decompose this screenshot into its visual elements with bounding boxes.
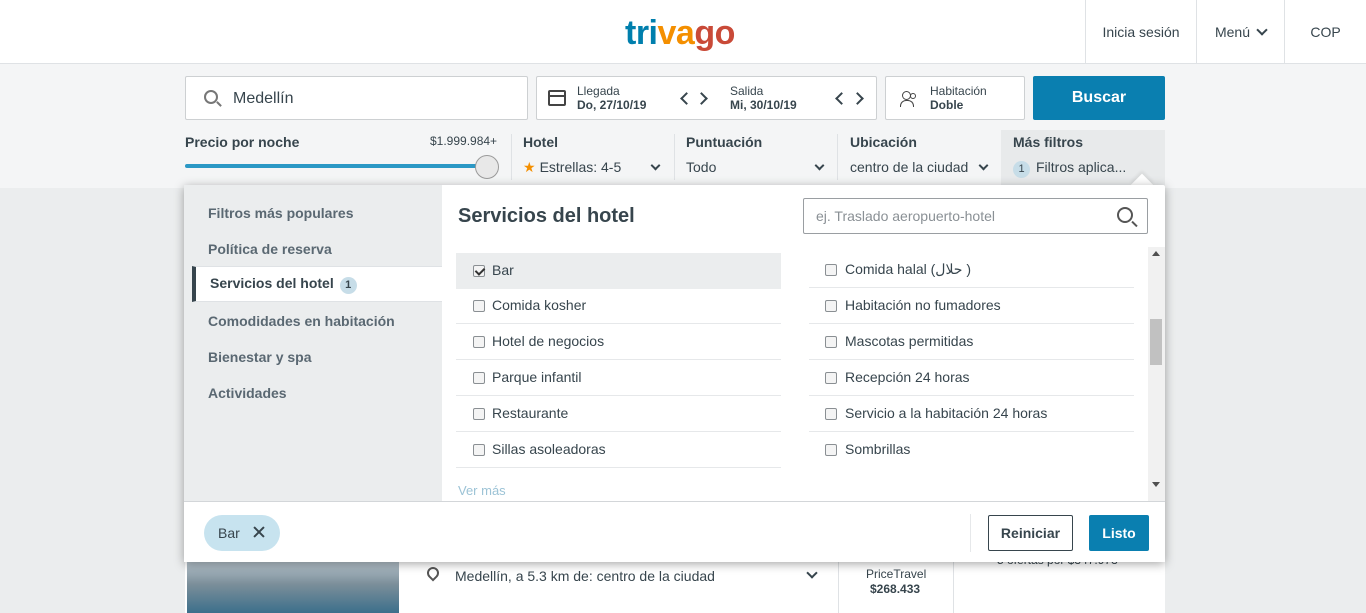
active-filter-chip[interactable]: Bar xyxy=(204,515,280,551)
search-area: Medellín Llegada Do, 27/10/19 Salida Mi,… xyxy=(0,64,1366,188)
see-more-link[interactable]: Ver más xyxy=(458,483,506,497)
checkbox[interactable] xyxy=(473,408,485,420)
checkin-prev-icon[interactable] xyxy=(680,92,693,105)
category-room-amenities[interactable]: Comodidades en habitación xyxy=(208,313,395,329)
hotel-filter[interactable]: Hotel ★ Estrellas: 4-5 xyxy=(523,134,663,180)
checkbox[interactable] xyxy=(473,372,485,384)
search-icon[interactable] xyxy=(1117,207,1133,223)
checkbox[interactable] xyxy=(473,300,485,312)
option-playground[interactable]: Parque infantil xyxy=(456,360,781,396)
option-reception[interactable]: Recepción 24 horas xyxy=(809,360,1134,396)
checkbox[interactable] xyxy=(825,372,837,384)
category-popular[interactable]: Filtros más populares xyxy=(208,205,353,221)
deal-partner: PriceTravel xyxy=(866,567,927,581)
calendar-icon xyxy=(548,90,566,106)
category-activities[interactable]: Actividades xyxy=(208,385,287,401)
login-link[interactable]: Inicia sesión xyxy=(1085,0,1196,64)
checkout-prev-icon[interactable] xyxy=(835,92,848,105)
deal-price[interactable]: $268.433 xyxy=(870,582,920,596)
close-icon[interactable] xyxy=(252,525,266,539)
scroll-up-icon[interactable] xyxy=(1152,251,1160,256)
room-selector[interactable]: Habitación Doble xyxy=(885,76,1025,120)
filter-count-badge: 1 xyxy=(1013,161,1030,178)
option-kosher[interactable]: Comida kosher xyxy=(456,288,781,324)
checkbox[interactable] xyxy=(825,300,837,312)
option-room-service[interactable]: Servicio a la habitación 24 horas xyxy=(809,396,1134,432)
currency-selector[interactable]: COP xyxy=(1284,0,1366,64)
checkbox[interactable] xyxy=(825,264,837,276)
services-search-input[interactable] xyxy=(803,198,1148,234)
top-header: trivago Inicia sesión Menú COP xyxy=(0,0,1366,64)
price-slider-track[interactable] xyxy=(185,164,487,168)
search-icon xyxy=(204,90,218,104)
star-icon: ★ xyxy=(523,159,536,175)
price-value: $1.999.984+ xyxy=(430,134,498,148)
location-filter[interactable]: Ubicación centro de la ciudad xyxy=(850,134,990,180)
category-wellness[interactable]: Bienestar y spa xyxy=(208,349,312,365)
trivago-logo[interactable]: trivago xyxy=(625,14,735,53)
category-hotel-services[interactable]: Servicios del hotel 1 xyxy=(192,266,442,302)
chevron-down-icon xyxy=(978,160,989,171)
chevron-down-icon xyxy=(814,160,825,171)
destination-value: Medellín xyxy=(233,90,294,107)
checkbox[interactable] xyxy=(473,336,485,348)
scrollbar-thumb[interactable] xyxy=(1150,319,1162,365)
done-button[interactable]: Listo xyxy=(1089,515,1149,551)
option-halal[interactable]: Comida halal (حلال ) xyxy=(809,252,1134,288)
panel-title: Servicios del hotel xyxy=(458,205,635,227)
checkbox[interactable] xyxy=(825,444,837,456)
checkbox[interactable] xyxy=(825,408,837,420)
option-non-smoking[interactable]: Habitación no fumadores xyxy=(809,288,1134,324)
option-bar[interactable]: Bar xyxy=(456,253,781,289)
checkbox-checked[interactable] xyxy=(473,265,485,277)
scrollbar[interactable] xyxy=(1148,247,1165,501)
reset-button[interactable]: Reiniciar xyxy=(988,515,1073,551)
menu-label: Menú xyxy=(1214,24,1251,40)
scroll-down-icon[interactable] xyxy=(1152,482,1160,487)
checkbox[interactable] xyxy=(825,336,837,348)
hotel-image[interactable] xyxy=(187,560,399,613)
category-count-badge: 1 xyxy=(339,277,357,294)
category-booking-policy[interactable]: Política de reserva xyxy=(208,241,332,257)
option-umbrellas[interactable]: Sombrillas xyxy=(809,432,1134,468)
option-business[interactable]: Hotel de negocios xyxy=(456,324,781,360)
option-pets[interactable]: Mascotas permitidas xyxy=(809,324,1134,360)
panel-footer: Bar Reiniciar Listo xyxy=(184,501,1165,562)
more-filters-panel: Filtros más populares Política de reserv… xyxy=(184,185,1165,562)
chevron-down-icon xyxy=(650,160,661,171)
result-location: Medellín, a 5.3 km de: centro de la ciud… xyxy=(455,568,715,584)
checkin-field[interactable]: Llegada Do, 27/10/19 xyxy=(577,84,646,112)
checkout-next-icon[interactable] xyxy=(851,92,864,105)
guests-icon xyxy=(900,91,920,107)
more-filters[interactable]: Más filtros 1 Filtros aplica... xyxy=(1013,134,1126,178)
checkin-next-icon[interactable] xyxy=(695,92,708,105)
price-filter: Precio por noche xyxy=(185,134,300,150)
option-sunbeds[interactable]: Sillas asoleadoras xyxy=(456,432,781,468)
rating-filter[interactable]: Puntuación Todo xyxy=(686,134,826,180)
date-selector[interactable]: Llegada Do, 27/10/19 Salida Mi, 30/10/19 xyxy=(536,76,877,120)
filter-categories: Filtros más populares Política de reserv… xyxy=(184,185,442,501)
chevron-down-icon xyxy=(1256,24,1268,36)
checkbox[interactable] xyxy=(473,444,485,456)
checkout-field[interactable]: Salida Mi, 30/10/19 xyxy=(730,84,797,112)
destination-input[interactable]: Medellín xyxy=(185,76,528,120)
search-button[interactable]: Buscar xyxy=(1033,76,1165,120)
option-restaurant[interactable]: Restaurante xyxy=(456,396,781,432)
price-slider-handle[interactable] xyxy=(475,155,499,179)
menu-button[interactable]: Menú xyxy=(1196,0,1284,64)
